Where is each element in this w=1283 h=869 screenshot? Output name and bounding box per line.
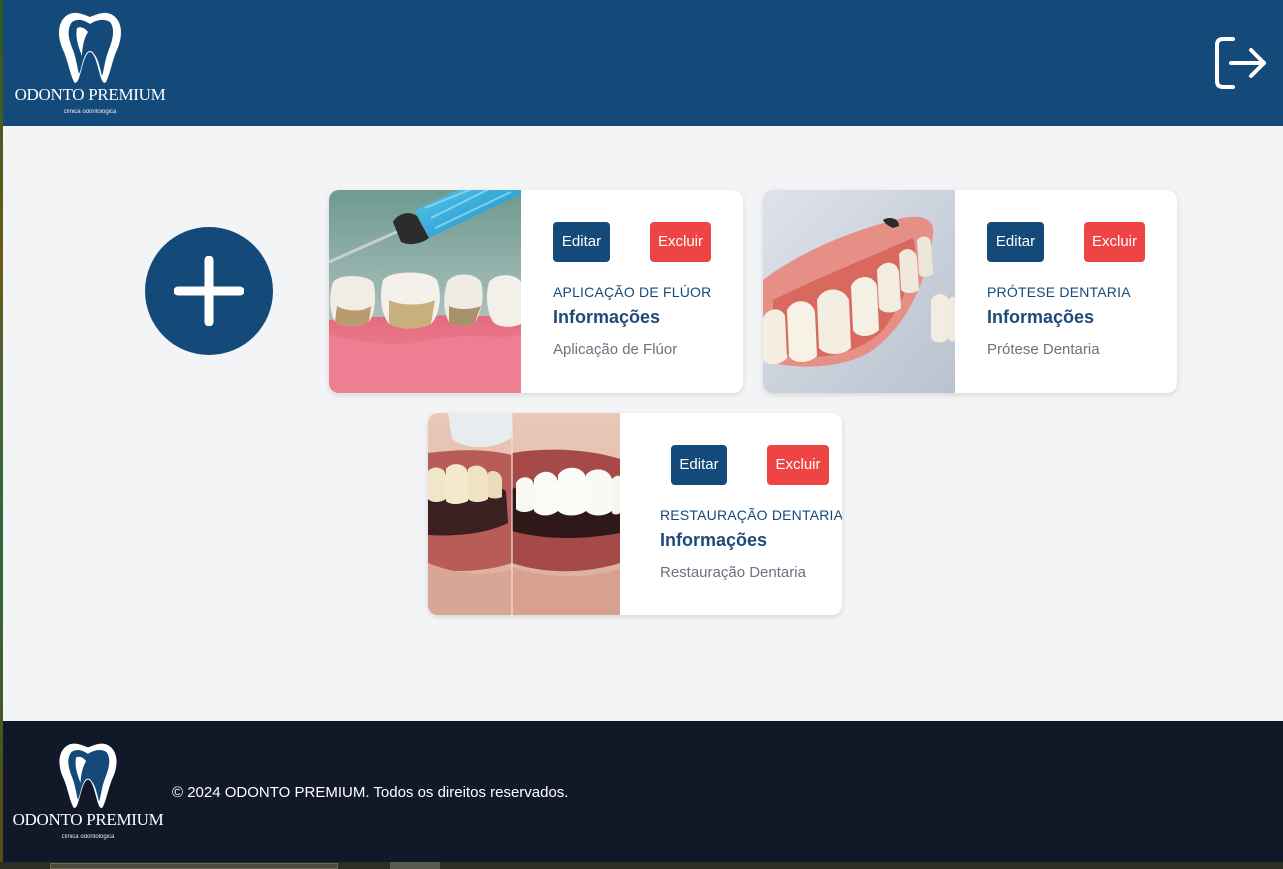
delete-button[interactable]: Excluir [650, 222, 711, 262]
service-card: Editar Excluir PRÓTESE DENTARIA Informaç… [763, 190, 1177, 393]
copyright-text: © 2024 ODONTO PREMIUM. Todos os direitos… [172, 784, 569, 801]
taskbar-item[interactable] [50, 863, 338, 869]
edit-button[interactable]: Editar [553, 222, 610, 262]
brand-tagline: clínica odontológica [63, 109, 117, 115]
delete-button[interactable]: Excluir [1084, 222, 1145, 262]
service-title: RESTAURAÇÃO DENTARIA [660, 507, 842, 523]
header: ODONTO PREMIUM clínica odontológica [3, 0, 1283, 126]
edit-button[interactable]: Editar [987, 222, 1044, 262]
header-logo[interactable]: ODONTO PREMIUM clínica odontológica [14, 8, 166, 116]
dental-prosthesis-image [763, 190, 955, 393]
footer: ODONTO PREMIUM clínica odontológica © 20… [3, 721, 1283, 862]
fluor-application-image [329, 190, 521, 393]
service-subtitle: Informações [987, 307, 1095, 327]
service-title: PRÓTESE DENTARIA [987, 284, 1131, 300]
taskbar-item[interactable] [390, 862, 440, 869]
delete-button[interactable]: Excluir [767, 445, 829, 485]
dental-restoration-image [428, 413, 620, 615]
brand-name: ODONTO PREMIUM [12, 810, 164, 829]
brand-tagline: clínica odontológica [61, 834, 115, 840]
service-subtitle: Informações [553, 307, 661, 327]
service-description: Aplicação de Flúor [553, 341, 678, 358]
taskbar [0, 862, 1283, 869]
service-title: APLICAÇÃO DE FLÚOR [553, 284, 712, 300]
tooth-logo-icon [59, 743, 117, 808]
add-service-button[interactable] [145, 227, 273, 355]
tooth-logo-icon [59, 12, 121, 83]
brand-name: ODONTO PREMIUM [14, 85, 166, 104]
footer-logo: ODONTO PREMIUM clínica odontológica [12, 739, 164, 841]
service-description: Restauração Dentaria [660, 564, 806, 581]
card-body: Editar Excluir APLICAÇÃO DE FLÚOR Inform… [553, 190, 733, 393]
plus-icon [174, 256, 244, 326]
service-card: Editar Excluir RESTAURAÇÃO DENTARIA Info… [428, 413, 842, 615]
edit-button[interactable]: Editar [671, 445, 727, 485]
card-body: Editar Excluir RESTAURAÇÃO DENTARIA Info… [652, 413, 842, 615]
service-description: Prótese Dentaria [987, 341, 1100, 358]
logout-button[interactable] [1211, 34, 1269, 92]
service-card: Editar Excluir APLICAÇÃO DE FLÚOR Inform… [329, 190, 743, 393]
service-subtitle: Informações [660, 530, 768, 550]
app-window: ODONTO PREMIUM clínica odontológica Edit… [3, 0, 1283, 862]
card-body: Editar Excluir PRÓTESE DENTARIA Informaç… [987, 190, 1167, 393]
logout-icon [1215, 37, 1266, 89]
